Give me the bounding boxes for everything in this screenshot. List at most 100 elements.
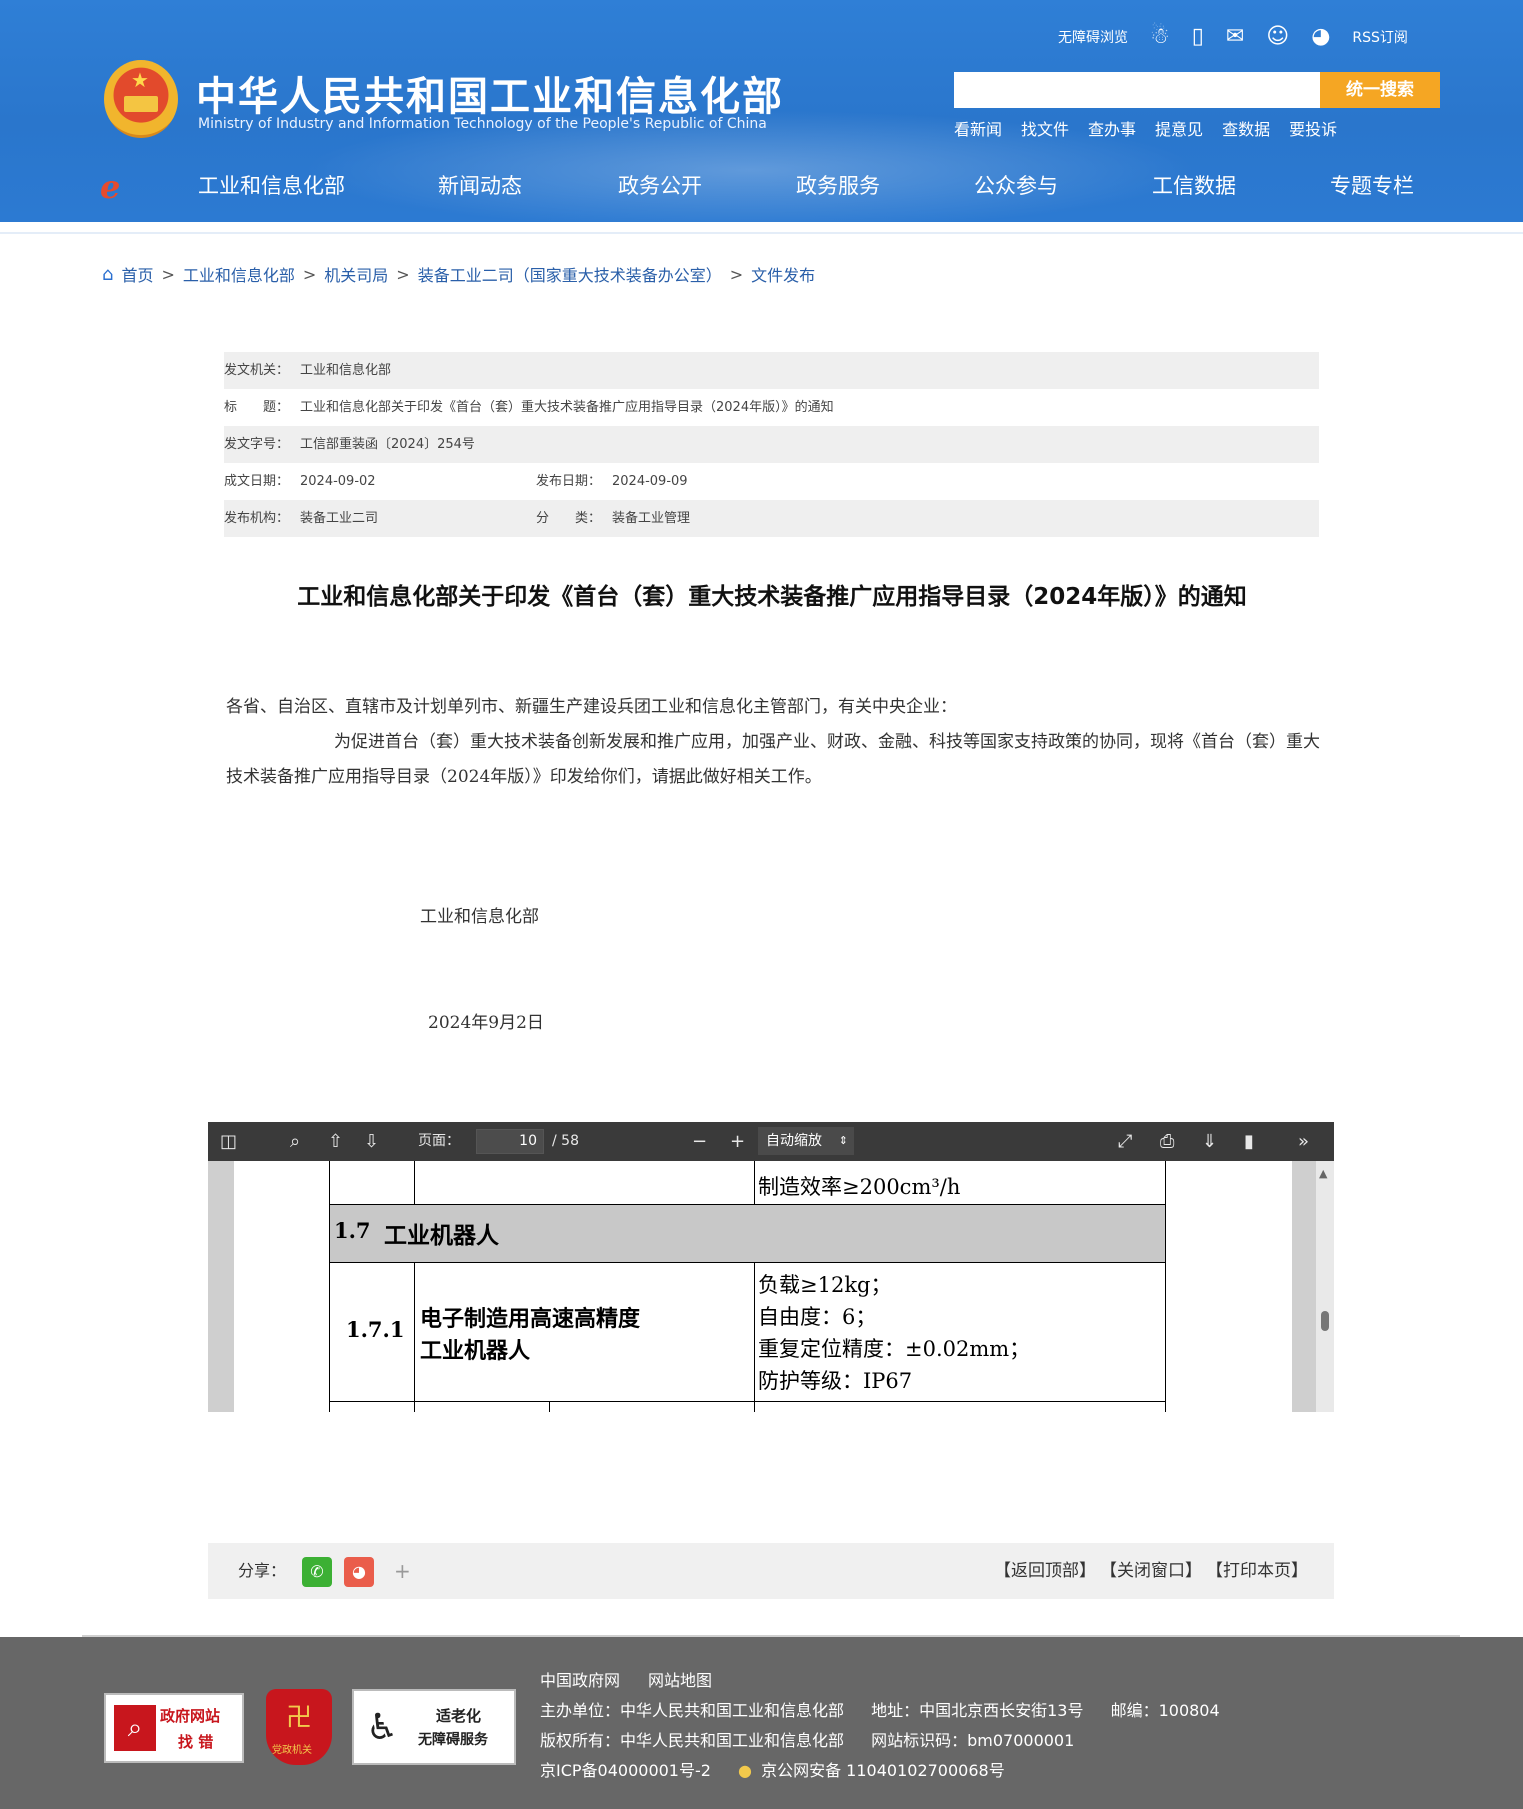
zoom-select[interactable]: 自动缩放 ⇕: [758, 1127, 854, 1155]
table-border: [329, 1401, 1166, 1402]
rss-link[interactable]: RSS订阅: [1352, 27, 1408, 47]
national-emblem-logo[interactable]: ★: [104, 60, 178, 138]
wheelchair-icon: ♿: [366, 1707, 399, 1748]
nav-item-gov-affairs[interactable]: 政务公开: [618, 170, 796, 200]
quick-link-services[interactable]: 查办事: [1088, 116, 1136, 140]
bookmark-icon[interactable]: ▮: [1244, 1122, 1254, 1161]
party-gov-badge[interactable]: 卍 党政机关: [266, 1689, 332, 1765]
zoom-out-icon[interactable]: −: [692, 1122, 707, 1161]
meta-value-title: 工业和信息化部关于印发《首台（套）重大技术装备推广应用指导目录（2024年版）》…: [300, 400, 834, 415]
download-icon[interactable]: ⇓: [1202, 1122, 1217, 1161]
share-more-button[interactable]: +: [394, 1543, 411, 1599]
search-icon[interactable]: ⌕: [290, 1122, 300, 1161]
scroll-up-icon[interactable]: ▲: [1319, 1167, 1327, 1180]
home-icon[interactable]: ⌂: [102, 264, 113, 285]
quick-link-data[interactable]: 查数据: [1222, 116, 1270, 140]
mobile-icon[interactable]: ▯: [1192, 22, 1204, 52]
table-border: [754, 1262, 755, 1412]
spec-cell: 制造效率≥200cm³/h: [758, 1175, 961, 1199]
footer-link-gov[interactable]: 中国政府网: [540, 1667, 620, 1691]
page-actions: 【返回顶部】 【关闭窗口】 【打印本页】: [994, 1543, 1308, 1599]
magnifier-icon: ⌕: [114, 1705, 156, 1751]
page-total: / 58: [552, 1133, 579, 1149]
quick-link-news[interactable]: 看新闻: [954, 116, 1002, 140]
search-button[interactable]: 统一搜索: [1320, 72, 1440, 108]
document-paragraph: 为促进首台（套）重大技术装备创新发展和推广应用，加强产业、财政、金融、科技等国家…: [226, 732, 1320, 787]
meta-value-doc-no: 工信部重装函〔2024〕254号: [300, 437, 475, 452]
document-meta-table: 发文机关： 工业和信息化部 标 题： 工业和信息化部关于印发《首台（套）重大技术…: [224, 352, 1319, 537]
site-title-cn[interactable]: 中华人民共和国工业和信息化部: [196, 64, 784, 122]
zoom-value: 自动缩放: [766, 1133, 822, 1149]
quick-links: 看新闻 找文件 查办事 提意见 查数据 要投诉: [954, 116, 1337, 140]
nav-item-news[interactable]: 新闻动态: [438, 170, 618, 200]
print-page-link[interactable]: 【打印本页】: [1206, 1543, 1308, 1599]
document-date: 2024年9月2日: [428, 1013, 544, 1033]
zoom-in-icon[interactable]: +: [730, 1122, 745, 1161]
meta-label: 成文日期：: [224, 474, 290, 489]
table-border: [1165, 1161, 1166, 1412]
page-number-input[interactable]: 10: [476, 1129, 544, 1154]
gov-website-error-badge[interactable]: ⌕ 政府网站 找 错: [104, 1693, 244, 1763]
next-page-icon[interactable]: ⇩: [364, 1122, 379, 1161]
main-nav: 工业和信息化部 新闻动态 政务公开 政务服务 公众参与 工信数据 专题专栏: [198, 168, 1414, 202]
scrollbar-thumb[interactable]: [1321, 1311, 1329, 1331]
presentation-mode-icon[interactable]: ⤢: [1118, 1122, 1132, 1161]
nav-logo-icon[interactable]: ℯ: [100, 168, 120, 206]
breadcrumb-current[interactable]: 文件发布: [751, 262, 815, 286]
nav-item-topics[interactable]: 专题专栏: [1330, 170, 1414, 200]
breadcrumb-department[interactable]: 装备工业二司（国家重大技术装备办公室）: [418, 262, 722, 286]
table-border: [754, 1161, 755, 1204]
table-border: [329, 1161, 330, 1412]
nav-item-data[interactable]: 工信数据: [1152, 170, 1330, 200]
table-border: [414, 1262, 415, 1412]
footer-police[interactable]: 京公网安备 11040102700068号: [761, 1761, 1005, 1780]
quick-link-files[interactable]: 找文件: [1021, 116, 1069, 140]
header-divider: [0, 232, 1523, 234]
breadcrumb-separator: >: [396, 264, 410, 284]
badge-emblem-icon: 卍: [286, 1703, 313, 1733]
tools-menu-icon[interactable]: »: [1298, 1122, 1309, 1161]
breadcrumb-miit[interactable]: 工业和信息化部: [183, 262, 295, 286]
document-signature: 工业和信息化部: [420, 907, 539, 927]
nav-item-public[interactable]: 公众参与: [974, 170, 1152, 200]
top-utility-links: 无障碍浏览 ☃ ▯ ✉ ☺ ◕ RSS订阅: [1058, 22, 1408, 52]
item-name: 电子制造用高速高精度: [420, 1306, 641, 1332]
sidebar-toggle-icon[interactable]: ◫: [220, 1122, 237, 1161]
badge-text: 党政机关: [272, 1745, 312, 1756]
nav-item-miit[interactable]: 工业和信息化部: [198, 170, 438, 200]
nav-item-gov-services[interactable]: 政务服务: [796, 170, 974, 200]
badge-text: 找 错: [178, 1733, 214, 1751]
print-icon[interactable]: ⎙: [1160, 1122, 1174, 1161]
badge-text: 无障碍服务: [418, 1732, 488, 1748]
star-icon: ★: [131, 68, 149, 92]
tiananmen-icon: [124, 96, 158, 112]
meta-value-category: 装备工业管理: [612, 511, 691, 526]
spec-line: 重复定位精度：±0.02mm；: [758, 1337, 1031, 1361]
wechat-share-icon[interactable]: ✆: [302, 1557, 332, 1587]
badge-text: 政府网站: [160, 1707, 221, 1725]
breadcrumb-departments[interactable]: 机关司局: [324, 262, 388, 286]
footer-link-sitemap[interactable]: 网站地图: [648, 1667, 712, 1691]
search-input[interactable]: [954, 72, 1320, 108]
back-to-top-link[interactable]: 【返回顶部】: [994, 1543, 1096, 1599]
accessibility-link[interactable]: 无障碍浏览: [1058, 27, 1128, 47]
elderly-mode-icon[interactable]: ☃: [1150, 22, 1170, 52]
pdf-scrollbar[interactable]: ▲: [1316, 1161, 1334, 1412]
pdf-page: 制造效率≥200cm³/h 1.7 工业机器人 1.7.1 电子制造用高速高精度…: [234, 1161, 1292, 1412]
close-window-link[interactable]: 【关闭窗口】: [1100, 1543, 1202, 1599]
item-number: 1.7.1: [346, 1317, 405, 1342]
pdf-toolbar: ◫ ⌕ ⇧ ⇩ 页面： 10 / 58 − + 自动缩放 ⇕ ⤢ ⎙ ⇓ ▮ »: [208, 1122, 1334, 1161]
wechat-icon[interactable]: ☺: [1266, 22, 1289, 52]
pdf-viewer[interactable]: ◫ ⌕ ⇧ ⇩ 页面： 10 / 58 − + 自动缩放 ⇕ ⤢ ⎙ ⇓ ▮ »…: [208, 1122, 1334, 1412]
previous-page-icon[interactable]: ⇧: [328, 1122, 343, 1161]
quick-link-feedback[interactable]: 提意见: [1155, 116, 1203, 140]
elderly-accessibility-badge[interactable]: ♿ 适老化 无障碍服务: [352, 1689, 516, 1765]
share-bar: 分享： ✆ ◕ + 【返回顶部】 【关闭窗口】 【打印本页】: [208, 1543, 1334, 1599]
footer-icp[interactable]: 京ICP备04000001号-2: [540, 1761, 711, 1780]
mail-icon[interactable]: ✉: [1226, 22, 1244, 52]
footer-info-row: 主办单位：中华人民共和国工业和信息化部 地址：中国北京西长安街13号 邮编：10…: [540, 1697, 1220, 1721]
quick-link-complaint[interactable]: 要投诉: [1289, 116, 1337, 140]
weibo-share-icon[interactable]: ◕: [344, 1557, 374, 1587]
weibo-icon[interactable]: ◕: [1311, 22, 1330, 52]
breadcrumb-home[interactable]: 首页: [121, 262, 153, 286]
